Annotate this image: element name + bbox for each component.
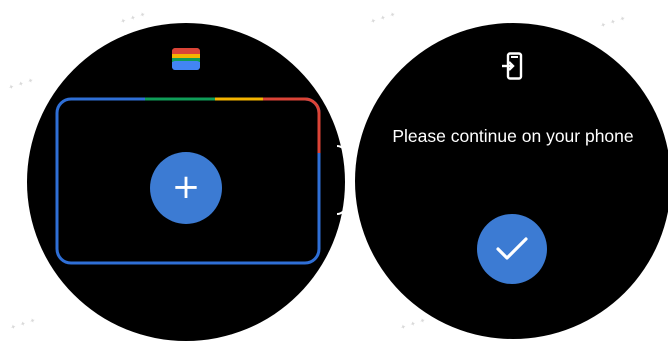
watermark: ✦ ✦ ✦	[399, 316, 428, 332]
watermark: ✦ ✦ ✦	[7, 76, 36, 92]
watch-crown	[337, 145, 347, 215]
stage: + Please continue on your phone ✦ ✦ ✦ ✦ …	[0, 0, 668, 342]
confirm-button[interactable]	[477, 214, 547, 284]
wallet-icon	[172, 48, 200, 70]
watermark: ✦ ✦ ✦	[9, 316, 38, 332]
plus-icon: +	[171, 166, 201, 207]
phone-transfer-icon	[502, 52, 523, 80]
watermark: ✦ ✦ ✦	[369, 10, 398, 26]
add-card-button[interactable]: +	[150, 152, 222, 224]
watermark: ✦ ✦ ✦	[119, 10, 148, 26]
continue-on-phone-message: Please continue on your phone	[392, 126, 634, 146]
watermark: ✦ ✦ ✦	[599, 14, 628, 30]
checkmark-icon	[496, 237, 528, 260]
